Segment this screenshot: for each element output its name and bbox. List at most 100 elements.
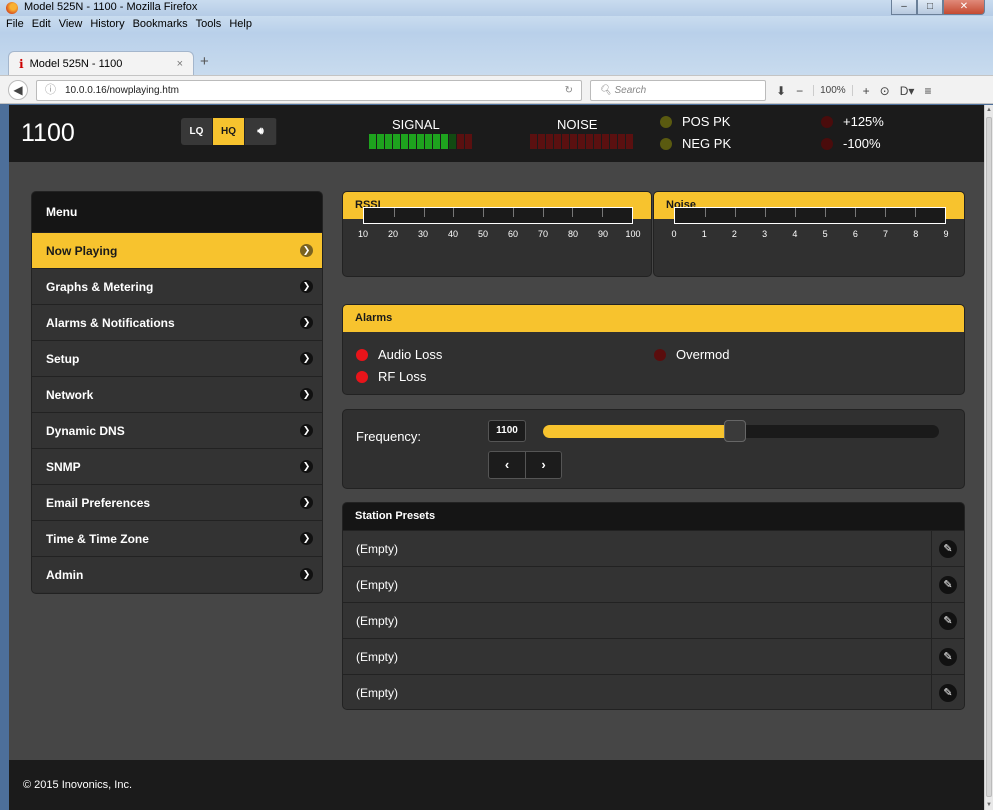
scale-label: 3 — [762, 229, 768, 239]
scale-tick — [855, 208, 856, 217]
noise-panel: Noise 0123456789 — [653, 191, 965, 277]
browser-tab[interactable]: ℹ Model 525N - 1100 × — [8, 51, 194, 76]
menu-view[interactable]: View — [59, 16, 83, 33]
menu-file[interactable]: File — [6, 16, 24, 33]
menu-item-setup[interactable]: Setup ❯ — [32, 340, 322, 376]
scale-label: 7 — [883, 229, 889, 239]
scale-label: 100 — [625, 229, 641, 239]
scale-tick — [572, 208, 574, 217]
preset-row[interactable]: (Empty) ✎ — [343, 530, 964, 566]
neg-percent-led — [821, 137, 833, 150]
edit-pencil-icon[interactable]: ✎ — [939, 647, 957, 666]
menu-item-email-preferences[interactable]: Email Preferences ❯ — [32, 484, 322, 520]
scale-tick — [735, 208, 736, 217]
overmod-led — [654, 348, 666, 361]
overmod-alarm: Overmod — [654, 347, 729, 362]
close-window-button[interactable]: ✕ — [943, 0, 985, 15]
chevron-right-icon: ❯ — [300, 496, 313, 509]
minimize-button[interactable]: ‒ — [891, 0, 917, 15]
menu-history[interactable]: History — [90, 16, 124, 33]
meter-segment — [586, 134, 593, 149]
menu-edit[interactable]: Edit — [32, 16, 51, 33]
downloads-icon[interactable]: ⬇ — [776, 84, 786, 98]
edit-pencil-icon[interactable]: ✎ — [939, 683, 957, 702]
noise-label: NOISE — [557, 117, 598, 132]
hamburger-menu-icon[interactable]: ≡ — [924, 84, 931, 98]
audio-loss-label: Audio Loss — [378, 347, 443, 362]
page-scrollbar[interactable]: ▲ ▼ — [984, 105, 993, 810]
audio-loss-alarm: Audio Loss — [356, 347, 442, 362]
search-icon: 🔍︎ — [599, 85, 615, 96]
scale-label: 70 — [537, 229, 549, 239]
edit-pencil-icon[interactable]: ✎ — [939, 539, 957, 558]
menu-item-snmp[interactable]: SNMP ❯ — [32, 448, 322, 484]
scrollbar-thumb[interactable] — [986, 117, 992, 797]
scale-label: 6 — [852, 229, 858, 239]
pos-percent-indicator: +125% — [821, 114, 884, 129]
menu-item-dynamic-dns[interactable]: Dynamic DNS ❯ — [32, 412, 322, 448]
chevron-right-icon: ❯ — [300, 460, 313, 473]
edit-pencil-icon[interactable]: ✎ — [939, 611, 957, 630]
frequency-prev-button[interactable]: ‹ — [489, 452, 525, 478]
frequency-label: Frequency: — [356, 429, 422, 444]
noise-meter — [530, 134, 633, 149]
new-tab-button[interactable]: + — [200, 53, 209, 70]
frequency-value: 1100 — [488, 420, 526, 442]
maximize-button[interactable]: □ — [917, 0, 943, 15]
meter-segment — [626, 134, 633, 149]
extension-icon[interactable]: D▾ — [900, 84, 915, 98]
scroll-up-icon[interactable]: ▲ — [986, 107, 992, 113]
scroll-down-icon[interactable]: ▼ — [986, 802, 992, 808]
preset-row[interactable]: (Empty) ✎ — [343, 566, 964, 602]
neg-percent-label: -100% — [843, 136, 881, 151]
preset-row[interactable]: (Empty) ✎ — [343, 638, 964, 674]
scale-tick — [423, 208, 425, 217]
zoom-out-button[interactable]: − — [796, 84, 803, 98]
frequency-next-button[interactable]: › — [525, 452, 561, 478]
chevron-right-icon: ❯ — [300, 244, 313, 257]
back-button[interactable]: ◀ — [8, 80, 28, 100]
meter-segment — [465, 134, 472, 149]
menu-item-network[interactable]: Network ❯ — [32, 376, 322, 412]
url-bar[interactable]: ⓘ 10.0.0.16/nowplaying.htm ↻ — [36, 80, 582, 101]
zoom-in-button[interactable]: + — [863, 84, 870, 98]
scale-label: 80 — [567, 229, 579, 239]
addon-icon[interactable]: ⊙ — [880, 84, 890, 98]
reload-icon[interactable]: ↻ — [565, 81, 573, 100]
page-content: 1100 LQ HQ 🔊︎ SIGNAL NOISE POS PK NEG PK… — [9, 105, 984, 810]
menu-help[interactable]: Help — [229, 16, 252, 33]
frequency-slider[interactable] — [543, 420, 939, 442]
meter-segment — [433, 134, 440, 149]
speaker-icon[interactable]: 🔊︎ — [245, 118, 277, 145]
menu-item-admin[interactable]: Admin ❯ — [32, 556, 322, 592]
favicon-icon: ℹ — [19, 57, 24, 71]
site-info-icon[interactable]: ⓘ — [45, 81, 56, 100]
toolbar-buttons: ⬇ − 100% + ⊙ D▾ ≡ — [776, 76, 931, 105]
slider-handle[interactable] — [724, 420, 747, 442]
preset-row[interactable]: (Empty) ✎ — [343, 674, 964, 709]
scale-tick — [512, 208, 514, 217]
search-input[interactable]: 🔍︎ Search — [590, 80, 766, 101]
tab-close-button[interactable]: × — [177, 58, 183, 70]
rf-loss-led — [356, 370, 368, 383]
rssi-panel: RSSI 10 20 30 40 50 60 70 80 90 100 — [342, 191, 652, 277]
menu-tools[interactable]: Tools — [196, 16, 222, 33]
menu-item-time-zone[interactable]: Time & Time Zone ❯ — [32, 520, 322, 556]
menu-item-now-playing[interactable]: Now Playing ❯ — [32, 232, 322, 268]
url-text: 10.0.0.16/nowplaying.htm — [65, 85, 179, 96]
scale-label: 4 — [792, 229, 798, 239]
meter-segment — [377, 134, 384, 149]
edit-pencil-icon[interactable]: ✎ — [939, 575, 957, 594]
menu-item-alarms-notifications[interactable]: Alarms & Notifications ❯ — [32, 304, 322, 340]
alarms-panel: Alarms Audio Loss RF Loss Overmod — [342, 304, 965, 395]
menu-bookmarks[interactable]: Bookmarks — [133, 16, 188, 33]
lq-button[interactable]: LQ — [181, 118, 213, 145]
scale-tick — [915, 208, 916, 217]
menu-item-graphs-metering[interactable]: Graphs & Metering ❯ — [32, 268, 322, 304]
preset-row[interactable]: (Empty) ✎ — [343, 602, 964, 638]
meter-segment — [369, 134, 376, 149]
meter-segment — [538, 134, 545, 149]
zoom-level[interactable]: 100% — [813, 85, 853, 96]
hq-button[interactable]: HQ — [213, 118, 245, 145]
scale-label: 40 — [447, 229, 459, 239]
